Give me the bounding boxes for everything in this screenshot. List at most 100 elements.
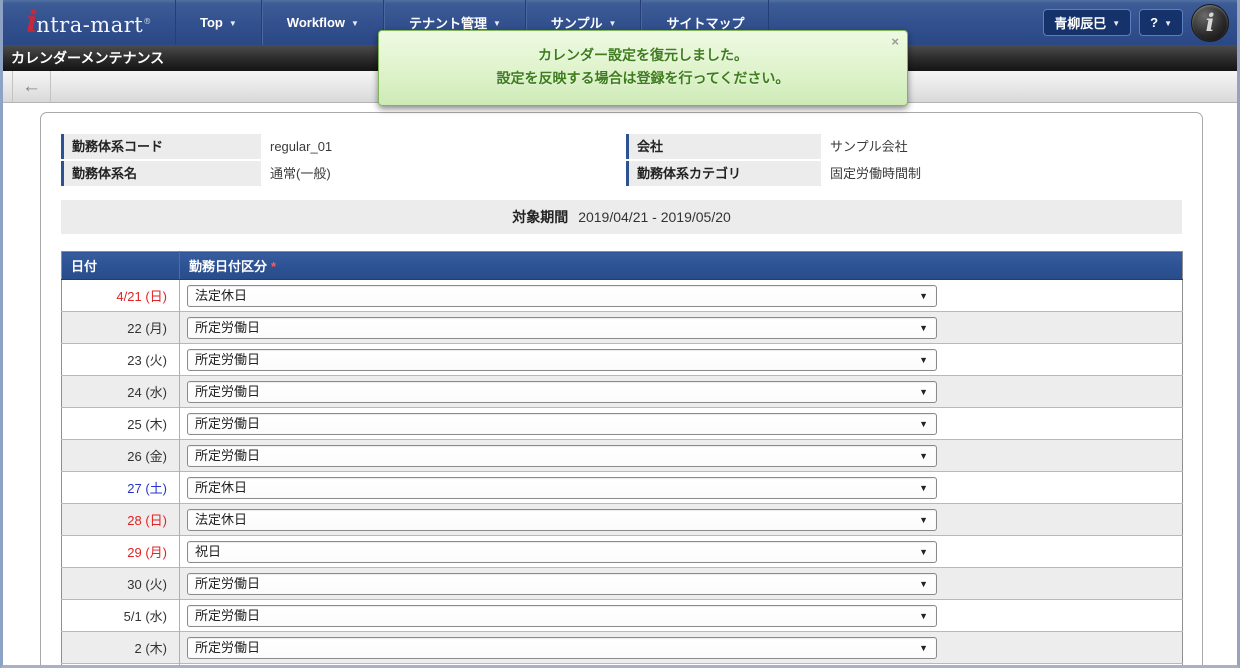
page-title: カレンダーメンテナンス xyxy=(11,48,164,68)
chevron-down-icon: ▼ xyxy=(919,446,928,467)
date-text: 28 (日) xyxy=(127,513,167,528)
select-value: 所定労働日 xyxy=(195,384,260,399)
chevron-down-icon: ▼ xyxy=(919,382,928,403)
table-row: 25 (木) 所定労働日 ▼ xyxy=(62,408,1183,440)
date-text: 2 (木) xyxy=(134,641,167,656)
work-day-type-select[interactable]: 所定労働日 ▼ xyxy=(187,349,937,371)
toast-message-line2: 設定を反映する場合は登録を行ってください。 xyxy=(399,67,887,90)
required-mark: * xyxy=(271,259,276,274)
work-day-type-cell: 所定労働日 ▼ xyxy=(180,408,1183,440)
work-day-type-cell: 所定労働日 ▼ xyxy=(180,600,1183,632)
work-day-type-cell: 所定労働日 ▼ xyxy=(180,344,1183,376)
date-text: 4/21 (日) xyxy=(116,289,167,304)
user-menu-button[interactable]: 青柳辰巳▼ xyxy=(1043,9,1131,36)
chevron-down-icon: ▼ xyxy=(919,350,928,371)
select-value: 所定労働日 xyxy=(195,640,260,655)
field-value-work-system-name: 通常(一般) xyxy=(261,161,626,186)
date-cell: 2 (木) xyxy=(62,632,180,664)
toast-message-line1: カレンダー設定を復元しました。 xyxy=(399,44,887,67)
work-day-type-select[interactable]: 所定休日 ▼ xyxy=(187,477,937,499)
field-label-work-system-name: 勤務体系名 xyxy=(61,161,261,186)
toolbar-spacer xyxy=(3,71,13,102)
work-day-type-cell: 所定労働日 ▼ xyxy=(180,632,1183,664)
intra-mart-logo[interactable]: intra-mart® xyxy=(3,0,175,45)
chevron-down-icon: ▼ xyxy=(609,19,617,28)
date-text: 29 (月) xyxy=(127,545,167,560)
work-day-type-select[interactable]: 法定休日 ▼ xyxy=(187,285,937,307)
work-day-type-cell: ▼ xyxy=(180,664,1183,668)
field-value-work-system-category: 固定労働時間制 xyxy=(821,161,1182,186)
work-day-type-select[interactable]: 所定労働日 ▼ xyxy=(187,317,937,339)
date-text: 27 (土) xyxy=(127,481,167,496)
chevron-down-icon: ▼ xyxy=(1164,19,1172,28)
table-row: 30 (火) 所定労働日 ▼ xyxy=(62,568,1183,600)
table-row: 28 (日) 法定休日 ▼ xyxy=(62,504,1183,536)
chevron-down-icon: ▼ xyxy=(919,414,928,435)
work-day-type-select[interactable]: 所定労働日 ▼ xyxy=(187,573,937,595)
content-area: 勤務体系コード regular_01 会社 サンプル会社 勤務体系名 通常(一般… xyxy=(3,103,1237,668)
menu-item-top[interactable]: Top▼ xyxy=(175,0,262,45)
date-cell: 27 (土) xyxy=(62,472,180,504)
date-cell: 23 (火) xyxy=(62,344,180,376)
date-cell: 22 (月) xyxy=(62,312,180,344)
select-value: 所定労働日 xyxy=(195,352,260,367)
chevron-down-icon: ▼ xyxy=(919,510,928,531)
date-cell: 25 (木) xyxy=(62,408,180,440)
table-row: 5/1 (水) 所定労働日 ▼ xyxy=(62,600,1183,632)
app-window: intra-mart® Top▼ Workflow▼ テナント管理▼ サンプル▼… xyxy=(0,0,1240,668)
close-icon[interactable]: × xyxy=(891,34,899,49)
work-day-type-select[interactable]: 所定労働日 ▼ xyxy=(187,381,937,403)
column-header-date: 日付 xyxy=(62,252,180,280)
field-label-company: 会社 xyxy=(626,134,821,159)
calendar-table: 日付 勤務日付区分* 4/21 (日) 法定休日 ▼ 22 xyxy=(61,251,1183,668)
date-cell: 30 (火) xyxy=(62,568,180,600)
work-day-type-cell: 所定労働日 ▼ xyxy=(180,376,1183,408)
menu-item-workflow[interactable]: Workflow▼ xyxy=(262,0,384,45)
back-button[interactable]: ← xyxy=(13,71,51,102)
chevron-down-icon: ▼ xyxy=(919,638,928,659)
work-day-type-select[interactable]: 所定労働日 ▼ xyxy=(187,637,937,659)
help-menu-button[interactable]: ?▼ xyxy=(1139,9,1183,36)
date-text: 25 (木) xyxy=(127,417,167,432)
target-period-value: 2019/04/21 - 2019/05/20 xyxy=(578,209,731,225)
work-day-type-select[interactable]: 所定労働日 ▼ xyxy=(187,445,937,467)
work-day-type-select[interactable]: 法定休日 ▼ xyxy=(187,509,937,531)
field-value-company: サンプル会社 xyxy=(821,134,1182,159)
date-text: 22 (月) xyxy=(127,321,167,336)
chevron-down-icon: ▼ xyxy=(919,606,928,627)
select-value: 法定休日 xyxy=(195,512,247,527)
select-value: 所定休日 xyxy=(195,480,247,495)
back-arrow-icon: ← xyxy=(22,77,41,96)
table-row: 24 (水) 所定労働日 ▼ xyxy=(62,376,1183,408)
date-cell xyxy=(62,664,180,668)
chevron-down-icon: ▼ xyxy=(919,318,928,339)
chevron-down-icon: ▼ xyxy=(919,286,928,307)
date-cell: 4/21 (日) xyxy=(62,280,180,312)
menubar-right: 青柳辰巳▼ ?▼ i xyxy=(1043,0,1237,45)
table-row: 2 (木) 所定労働日 ▼ xyxy=(62,632,1183,664)
date-text: 23 (火) xyxy=(127,353,167,368)
target-period-band: 対象期間 2019/04/21 - 2019/05/20 xyxy=(61,200,1182,234)
table-row: 26 (金) 所定労働日 ▼ xyxy=(62,440,1183,472)
select-value: 所定労働日 xyxy=(195,576,260,591)
table-row: 29 (月) 祝日 ▼ xyxy=(62,536,1183,568)
work-day-type-select[interactable]: 祝日 ▼ xyxy=(187,541,937,563)
work-day-type-select[interactable]: 所定労働日 ▼ xyxy=(187,605,937,627)
date-cell: 5/1 (水) xyxy=(62,600,180,632)
chevron-down-icon: ▼ xyxy=(351,19,359,28)
date-text: 24 (水) xyxy=(127,385,167,400)
select-value: 祝日 xyxy=(195,544,221,559)
date-text: 30 (火) xyxy=(127,577,167,592)
chevron-down-icon: ▼ xyxy=(1112,19,1120,28)
field-value-work-system-code: regular_01 xyxy=(261,134,626,159)
work-day-type-cell: 祝日 ▼ xyxy=(180,536,1183,568)
select-value: 法定休日 xyxy=(195,288,247,303)
date-cell: 28 (日) xyxy=(62,504,180,536)
date-text: 5/1 (水) xyxy=(124,609,167,624)
table-row: 4/21 (日) 法定休日 ▼ xyxy=(62,280,1183,312)
work-day-type-select[interactable]: 所定労働日 ▼ xyxy=(187,413,937,435)
date-cell: 26 (金) xyxy=(62,440,180,472)
work-day-type-cell: 法定休日 ▼ xyxy=(180,280,1183,312)
field-label-work-system-category: 勤務体系カテゴリ xyxy=(626,161,821,186)
select-value: 所定労働日 xyxy=(195,448,260,463)
